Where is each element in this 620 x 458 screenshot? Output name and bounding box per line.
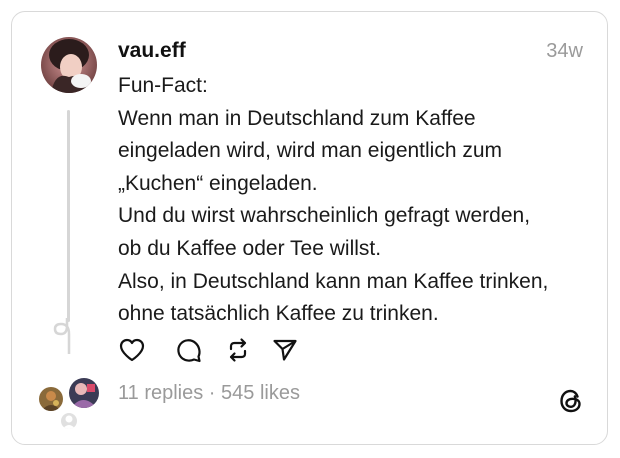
likes-count[interactable]: 545 likes bbox=[221, 382, 300, 404]
author-avatar[interactable] bbox=[41, 37, 97, 93]
post-line: eingeladen wird, wird man eigentlich zum bbox=[118, 139, 503, 163]
post-line: ob du Kaffee oder Tee willst. bbox=[118, 236, 382, 260]
stats-separator: · bbox=[203, 382, 222, 404]
share-button[interactable] bbox=[271, 336, 299, 364]
post-text: Fun-Fact: Wenn man in Deutschland zum Ka… bbox=[118, 70, 588, 331]
reply-button[interactable] bbox=[175, 336, 203, 364]
post-line: Also, in Deutschland kann man Kaffee tri… bbox=[118, 269, 549, 293]
send-icon bbox=[273, 339, 297, 361]
post-stats: 11 replies · 545 likes bbox=[118, 382, 300, 405]
like-button[interactable] bbox=[118, 336, 146, 364]
replier-avatar[interactable] bbox=[59, 411, 79, 431]
replier-avatar[interactable] bbox=[67, 376, 101, 410]
post-line: „Kuchen“ eingeladen. bbox=[118, 171, 318, 195]
repost-button[interactable] bbox=[224, 336, 252, 364]
thread-line bbox=[67, 110, 70, 322]
repost-icon bbox=[229, 338, 247, 362]
comment-bubble-icon bbox=[177, 339, 201, 363]
post-timestamp[interactable]: 34w bbox=[546, 40, 583, 63]
replier-avatar[interactable] bbox=[37, 385, 65, 413]
post-line: Wenn man in Deutschland zum Kaffee bbox=[118, 106, 476, 130]
post-line: ohne tatsächlich Kaffee zu trinken. bbox=[118, 302, 439, 326]
post-line: Fun-Fact: bbox=[118, 74, 208, 97]
heart-icon bbox=[119, 338, 145, 362]
post-line: Und du wirst wahrscheinlich gefragt werd… bbox=[118, 204, 531, 228]
replies-count[interactable]: 11 replies bbox=[118, 382, 203, 404]
post-card[interactable]: vau.eff 34w Fun-Fact: Wenn man in Deutsc… bbox=[11, 11, 608, 445]
threads-logo-icon[interactable] bbox=[557, 387, 585, 415]
author-username[interactable]: vau.eff bbox=[118, 39, 186, 63]
thread-connector bbox=[53, 318, 71, 354]
